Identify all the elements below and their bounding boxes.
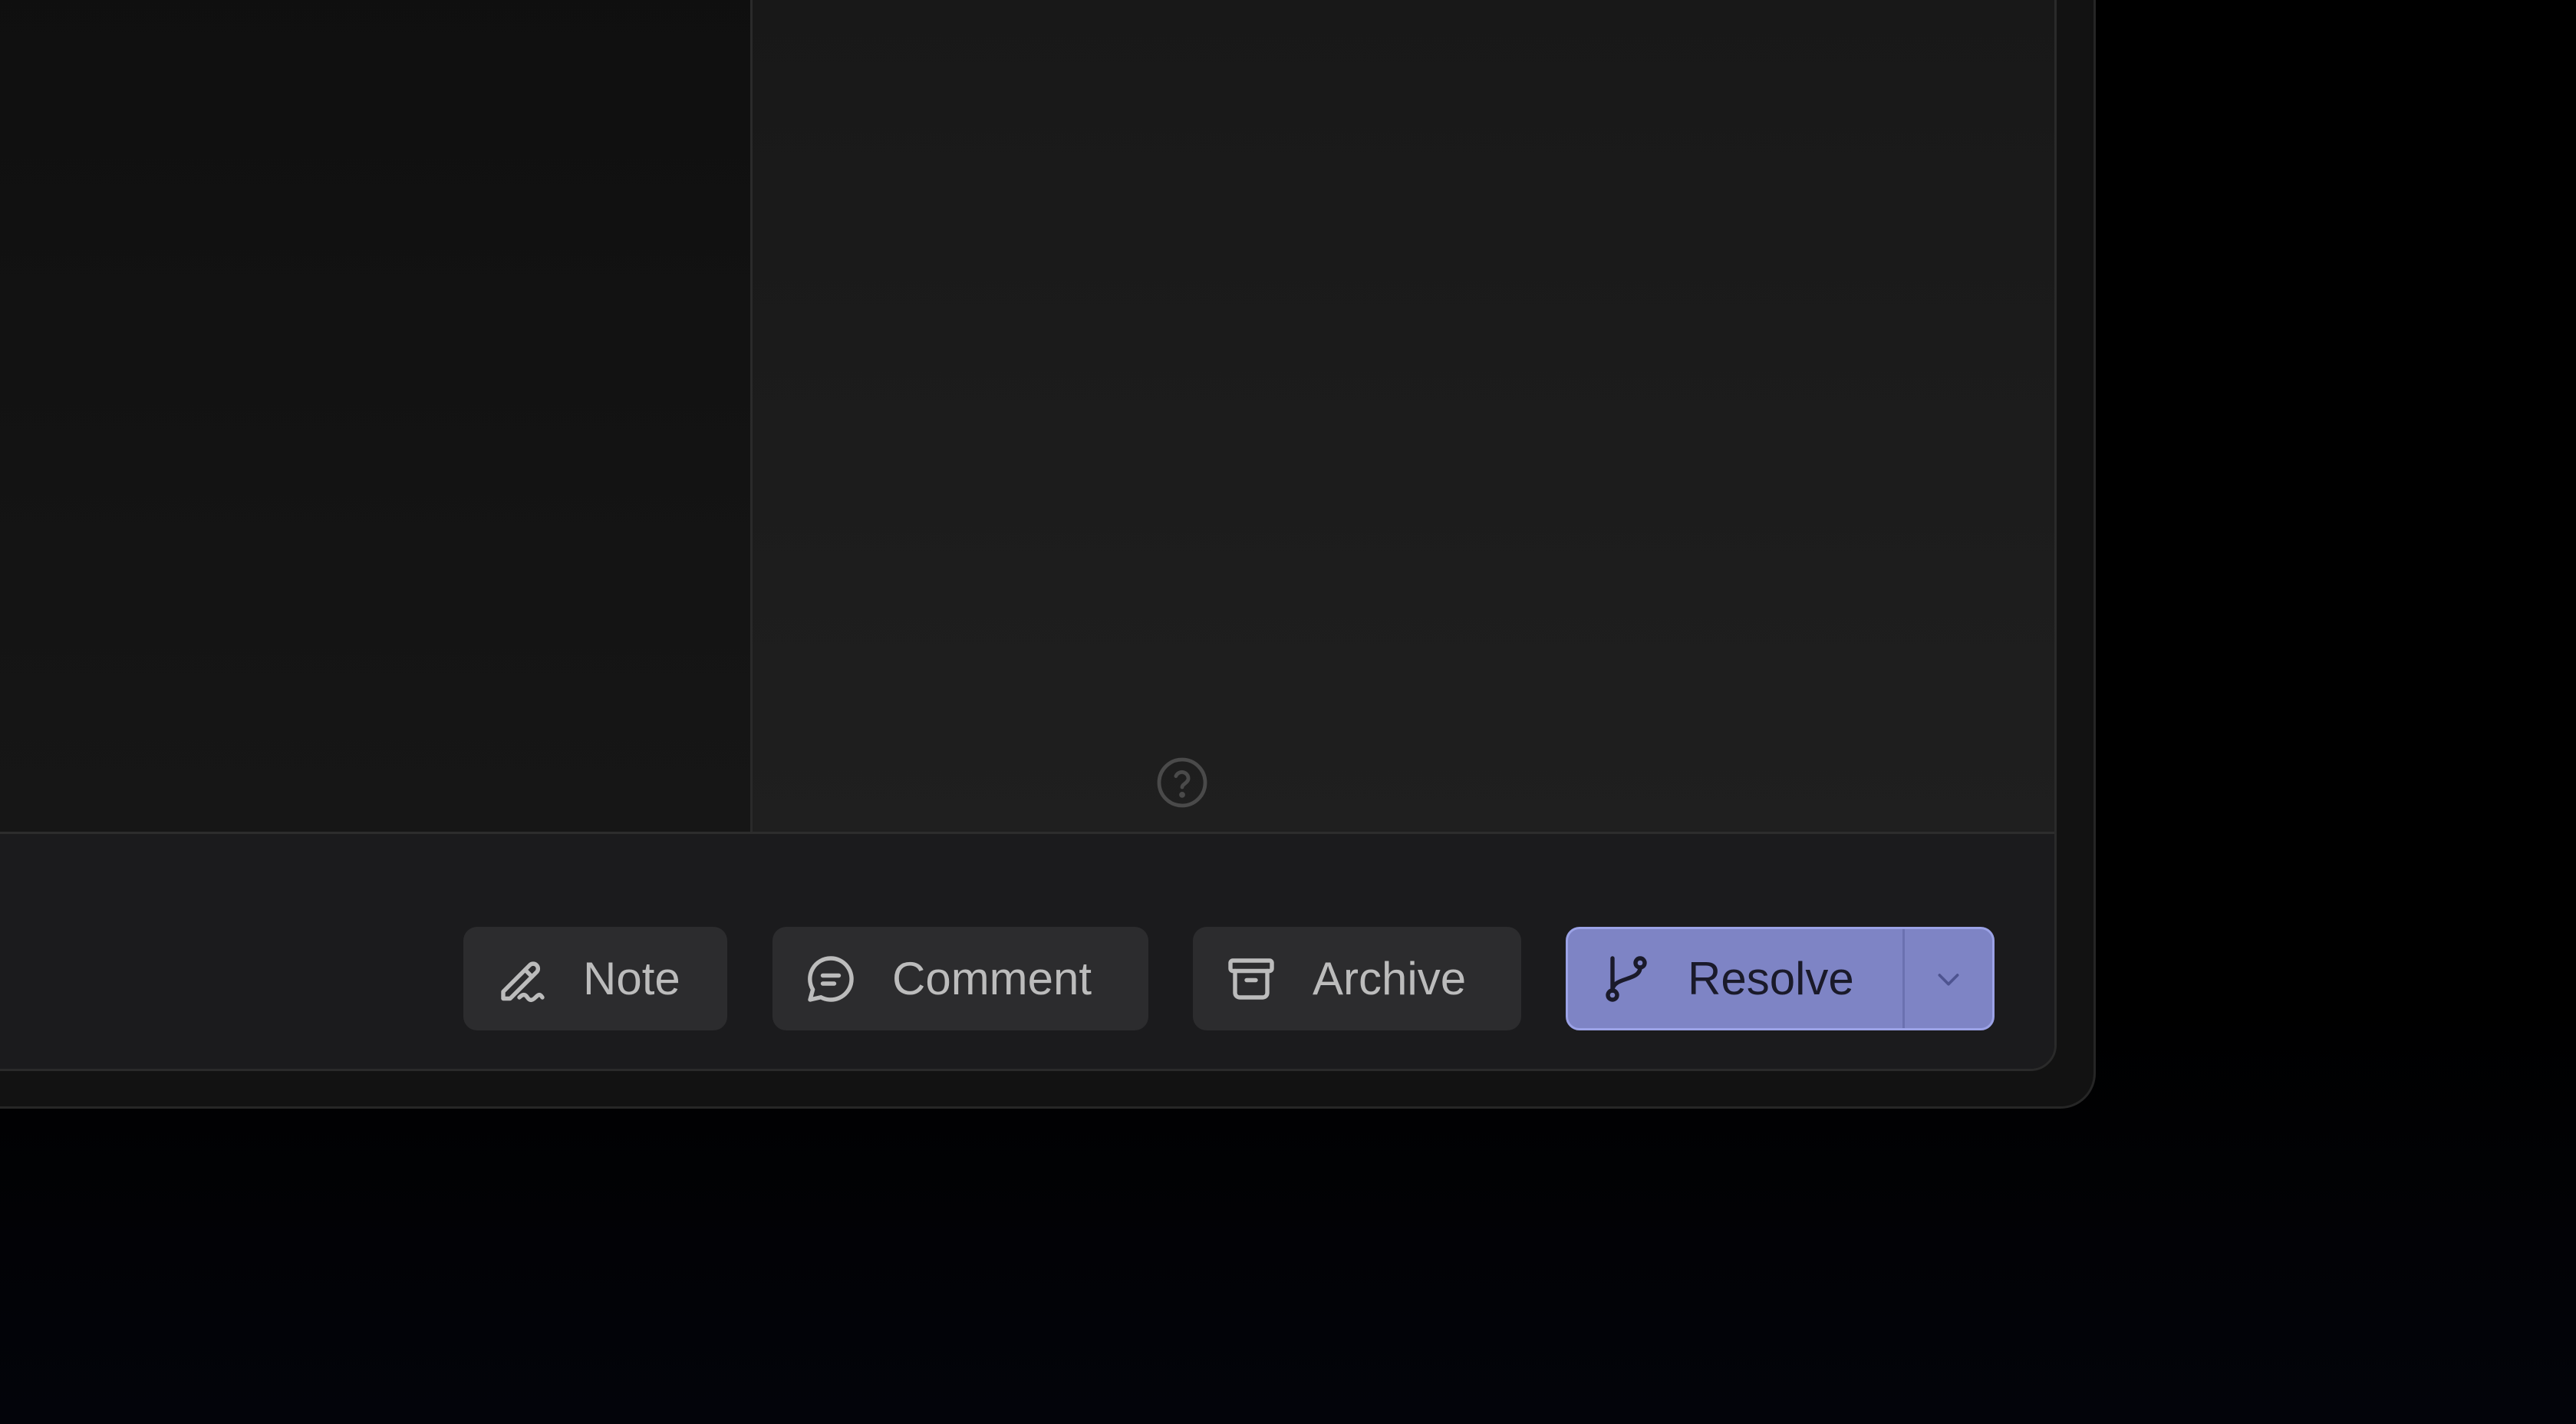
archive-button[interactable]: Archive [1193, 927, 1521, 1030]
chat-bubble-icon [803, 951, 858, 1007]
note-button[interactable]: Note [463, 927, 727, 1030]
left-pane [0, 0, 753, 832]
question-circle-icon [1157, 757, 1207, 808]
help-button[interactable] [1155, 755, 1210, 810]
comment-button[interactable]: Comment [772, 927, 1148, 1030]
resolve-button-label: Resolve [1688, 953, 1854, 1004]
right-pane [753, 0, 2054, 832]
comment-button-label: Comment [892, 953, 1092, 1004]
git-branch-icon [1599, 951, 1654, 1007]
pen-signature-icon [494, 951, 549, 1007]
archive-button-label: Archive [1313, 953, 1467, 1004]
archive-box-icon [1224, 951, 1279, 1007]
resolve-button[interactable]: Resolve [1568, 929, 1902, 1028]
resolve-options-button[interactable] [1905, 929, 1992, 1028]
chevron-down-icon [1938, 973, 1959, 985]
main-panel [0, 0, 2057, 1071]
resolve-split-button: Resolve [1566, 927, 1995, 1030]
note-button-label: Note [583, 953, 680, 1004]
